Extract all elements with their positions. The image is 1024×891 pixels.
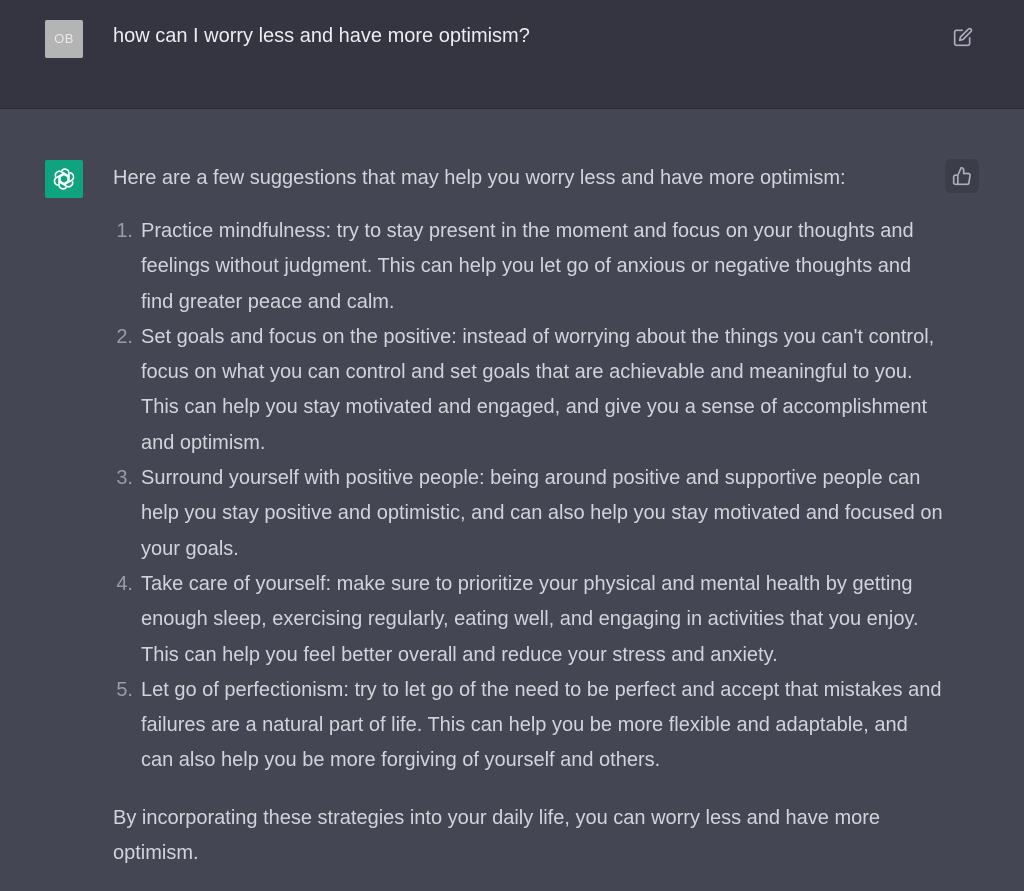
assistant-message-content: Here are a few suggestions that may help… <box>113 166 943 871</box>
edit-icon <box>953 27 973 47</box>
list-item: 2. Set goals and focus on the positive: … <box>113 320 943 461</box>
list-item: 1. Practice mindfulness: try to stay pre… <box>113 214 943 320</box>
response-outro: By incorporating these strategies into y… <box>113 806 881 865</box>
list-item: 4. Take care of yourself: make sure to p… <box>113 567 943 673</box>
assistant-message-row: Here are a few suggestions that may help… <box>0 109 1024 891</box>
assistant-avatar <box>45 160 83 198</box>
list-item-number: 1. <box>116 220 133 242</box>
thumbs-up-button[interactable] <box>945 159 979 193</box>
list-item-text: Surround yourself with positive people: … <box>141 467 943 560</box>
user-avatar: OB <box>45 20 83 58</box>
list-item-text: Set goals and focus on the positive: ins… <box>141 325 935 454</box>
list-item-text: Practice mindfulness: try to stay presen… <box>141 220 914 313</box>
list-item: 5. Let go of perfectionism: try to let g… <box>113 673 943 779</box>
list-item-number: 2. <box>116 325 133 348</box>
user-message-text: how can I worry less and have more optim… <box>113 25 530 47</box>
suggestion-list: 1. Practice mindfulness: try to stay pre… <box>113 214 943 779</box>
thumbs-up-icon <box>952 166 971 186</box>
response-intro: Here are a few suggestions that may help… <box>113 167 846 189</box>
openai-logo-icon <box>53 168 75 190</box>
list-item-text: Take care of yourself: make sure to prio… <box>141 572 919 666</box>
list-item-number: 3. <box>116 467 133 490</box>
user-message-row: OB how can I worry less and have more op… <box>0 0 1024 109</box>
list-item-number: 4. <box>116 572 133 595</box>
list-item-number: 5. <box>116 678 133 701</box>
list-item: 3. Surround yourself with positive peopl… <box>113 461 943 567</box>
edit-message-button[interactable] <box>948 22 978 52</box>
list-item-text: Let go of perfectionism: try to let go o… <box>141 678 942 772</box>
